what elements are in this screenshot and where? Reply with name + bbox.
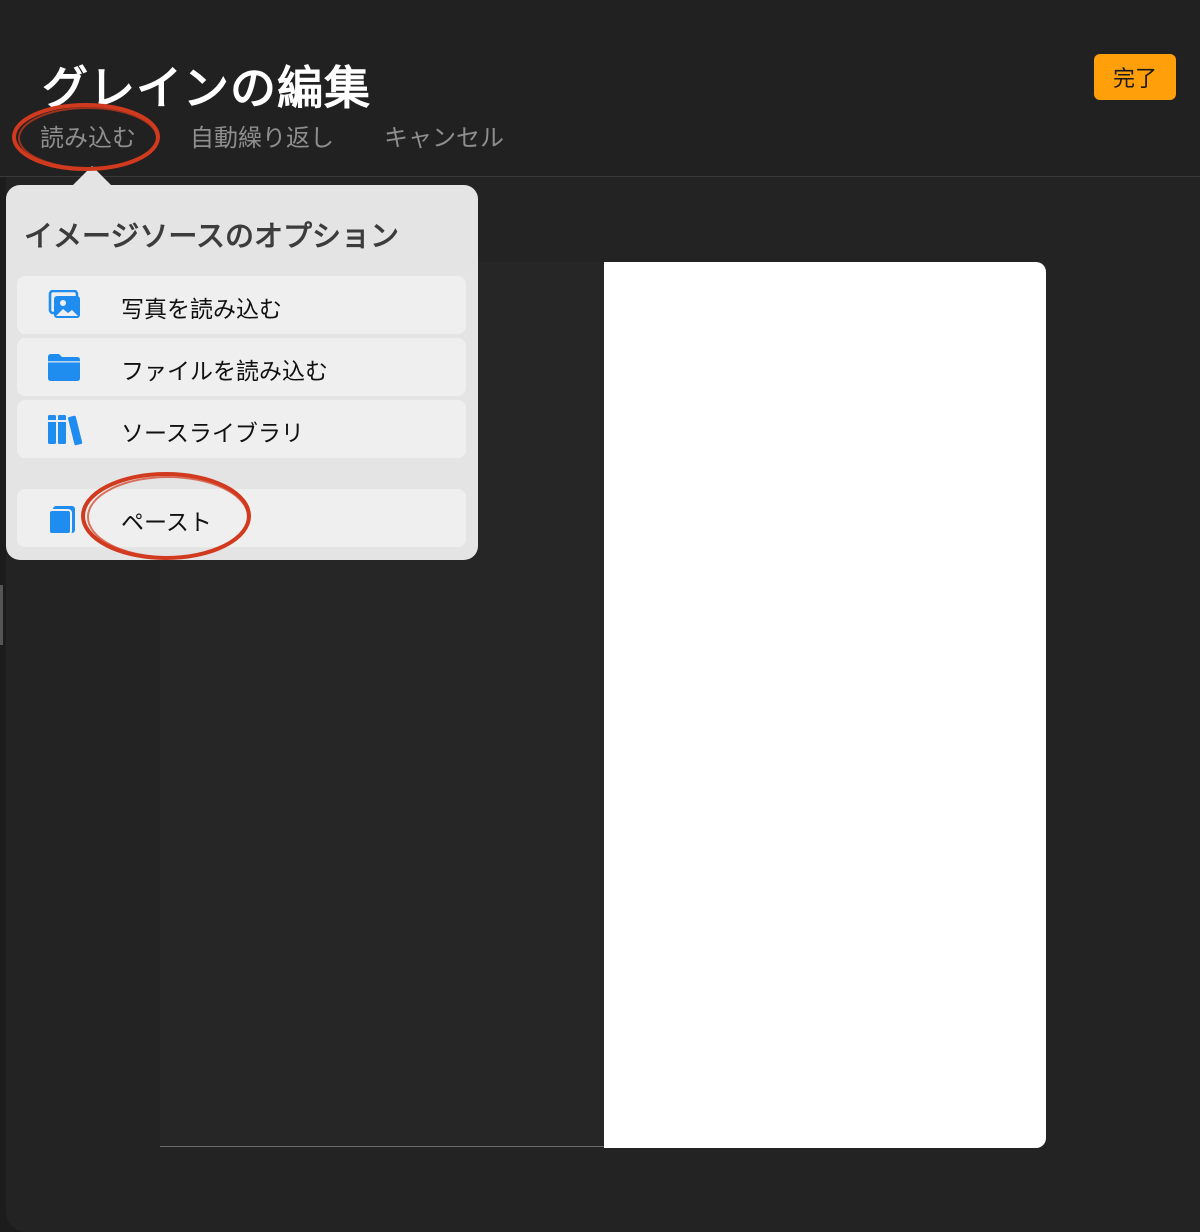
image-source-popover: イメージソースのオプション 写真を読み込む ファイルを読み込む ソースライブラリ… [6,185,478,560]
import-button[interactable]: 読み込む [40,118,136,153]
grain-preview-canvas[interactable] [604,262,1046,1148]
photo-icon [47,289,81,320]
clipboard-icon [47,503,81,535]
folder-icon [47,352,81,382]
page-title: グレインの編集 [42,61,371,115]
side-handle[interactable] [0,585,3,645]
menu-item-label: 写真を読み込む [121,297,282,323]
menu-item-label: ペースト [121,510,212,536]
books-icon [47,414,83,446]
menu-item-paste[interactable]: ペースト [17,489,466,547]
cancel-button[interactable]: キャンセル [384,118,504,153]
header-divider [0,176,1200,177]
menu-item-import-file[interactable]: ファイルを読み込む [17,338,466,396]
done-button[interactable]: 完了 [1094,54,1176,100]
menu-item-label: ソースライブラリ [121,421,304,447]
menu-item-source-library[interactable]: ソースライブラリ [17,400,466,458]
menu-item-import-photo[interactable]: 写真を読み込む [17,276,466,334]
popover-title: イメージソースのオプション [24,219,399,253]
autorepeat-button[interactable]: 自動繰り返し [190,118,334,153]
menu-item-label: ファイルを読み込む [121,359,328,385]
popover-arrow [72,166,112,186]
